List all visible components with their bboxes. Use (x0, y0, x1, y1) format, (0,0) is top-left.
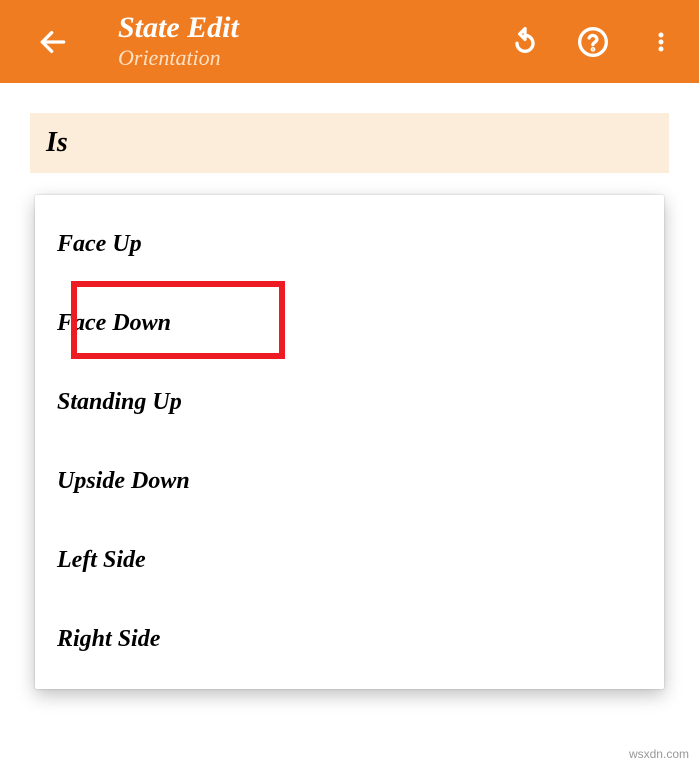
kebab-icon (649, 28, 673, 56)
undo-button[interactable] (505, 22, 545, 62)
option-face-up[interactable]: Face Up (35, 205, 664, 284)
back-button[interactable] (28, 17, 78, 67)
orientation-dropdown: Face Up Face Down Standing Up Upside Dow… (35, 195, 664, 689)
option-right-side[interactable]: Right Side (35, 600, 664, 679)
undo-icon (509, 26, 541, 58)
help-button[interactable] (573, 22, 613, 62)
watermark: wsxdn.com (629, 747, 689, 761)
section-is-label: Is (30, 113, 669, 173)
page-subtitle: Orientation (118, 44, 505, 73)
option-face-down[interactable]: Face Down (35, 284, 664, 363)
back-arrow-icon (37, 26, 69, 58)
menu-button[interactable] (641, 22, 681, 62)
option-standing-up[interactable]: Standing Up (35, 363, 664, 442)
help-icon (577, 26, 609, 58)
header-actions (505, 22, 681, 62)
option-upside-down[interactable]: Upside Down (35, 442, 664, 521)
app-header: State Edit Orientation (0, 0, 699, 83)
content-area: Is (0, 83, 699, 173)
option-left-side[interactable]: Left Side (35, 521, 664, 600)
page-title: State Edit (118, 11, 505, 44)
title-block: State Edit Orientation (118, 11, 505, 73)
